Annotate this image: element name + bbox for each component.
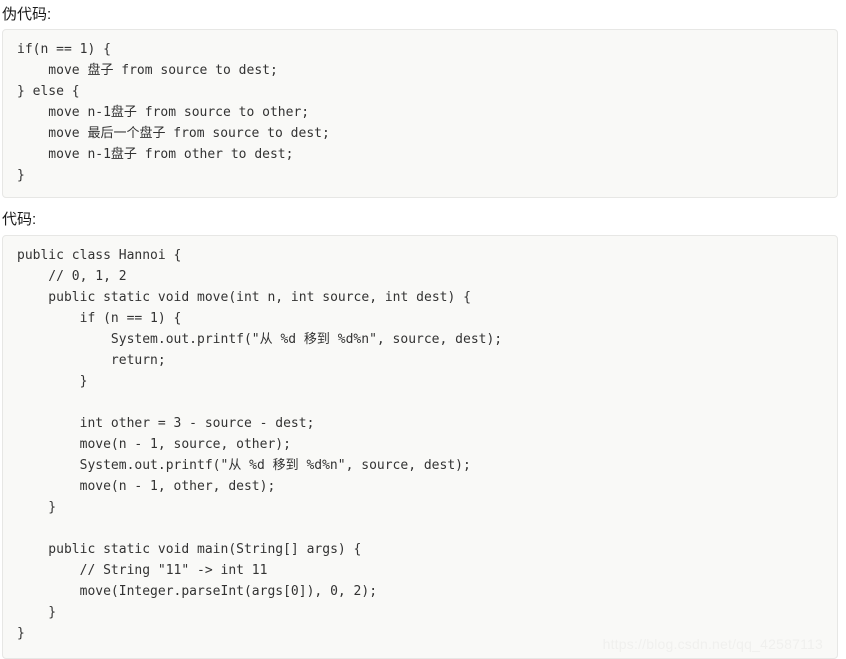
page-root: 伪代码: if(n == 1) { move 盘子 from source to… bbox=[0, 3, 846, 659]
code-line: } else { bbox=[17, 84, 80, 99]
code-line: move 最后一个盘子 from source to dest; bbox=[17, 126, 330, 141]
code-line: move 盘子 from source to dest; bbox=[17, 63, 278, 78]
code-line: if(n == 1) { bbox=[17, 42, 111, 57]
code-line: move(n - 1, other, dest); bbox=[17, 479, 276, 494]
pseudocode-block: if(n == 1) { move 盘子 from source to dest… bbox=[2, 29, 838, 198]
code-line: System.out.printf("从 %d 移到 %d%n", source… bbox=[17, 458, 471, 473]
code-line: public static void move(int n, int sourc… bbox=[17, 290, 471, 305]
java-code-content: public class Hannoi { // 0, 1, 2 public … bbox=[17, 245, 823, 644]
code-line: move(Integer.parseInt(args[0]), 0, 2); bbox=[17, 584, 378, 599]
pseudocode-section-label: 伪代码: bbox=[2, 6, 52, 23]
code-line: move n-1盘子 from other to dest; bbox=[17, 147, 294, 162]
code-line: public class Hannoi { bbox=[17, 248, 182, 263]
pseudocode-content: if(n == 1) { move 盘子 from source to dest… bbox=[17, 39, 823, 186]
code-line: move(n - 1, source, other); bbox=[17, 437, 291, 452]
code-line: } bbox=[17, 168, 25, 183]
code-line: // 0, 1, 2 bbox=[17, 269, 127, 284]
code-line: if (n == 1) { bbox=[17, 311, 182, 326]
code-line: } bbox=[17, 374, 88, 389]
code-line: } bbox=[17, 500, 57, 515]
code-line: public static void main(String[] args) { bbox=[17, 542, 362, 557]
code-line: } bbox=[17, 605, 57, 620]
code-line: return; bbox=[17, 353, 166, 368]
code-line: int other = 3 - source - dest; bbox=[17, 416, 315, 431]
code-line: System.out.printf("从 %d 移到 %d%n", source… bbox=[17, 332, 503, 347]
code-line: } bbox=[17, 626, 25, 641]
code-line: move n-1盘子 from source to other; bbox=[17, 105, 310, 120]
java-code-block: public class Hannoi { // 0, 1, 2 public … bbox=[2, 235, 838, 659]
code-section-label: 代码: bbox=[2, 211, 37, 228]
code-line: // String "11" -> int 11 bbox=[17, 563, 268, 578]
